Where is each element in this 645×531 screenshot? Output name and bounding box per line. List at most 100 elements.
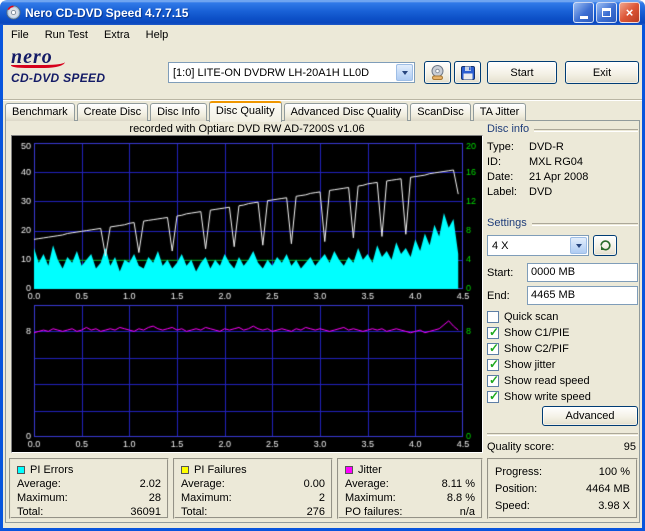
checkbox-quick-scan[interactable]: Quick scan: [487, 309, 638, 325]
pi-failures-title: PI Failures: [194, 463, 247, 476]
jitter-legend-chip: [345, 465, 353, 474]
stat-value: n/a: [459, 506, 475, 518]
drive-select-dropdown-button[interactable]: [396, 64, 413, 81]
speed-row: 4 X: [487, 235, 638, 256]
end-label: End:: [487, 289, 510, 302]
disc-type-value: DVD-R: [529, 140, 564, 153]
checkbox-label: Show jitter: [504, 359, 556, 371]
disc-id-label: ID:: [487, 155, 502, 168]
jitter-title: Jitter: [358, 463, 382, 476]
checkbox-box: [487, 389, 499, 403]
drive-select[interactable]: [1:0] LITE-ON DVDRW LH-20A1H LL0D: [168, 62, 415, 83]
save-button[interactable]: [454, 61, 481, 84]
window-controls: ×: [573, 2, 640, 23]
section-divider: [534, 129, 638, 132]
pi-failures-group: PI Failures Average: 0.00 Maximum: 2 Total…: [173, 458, 333, 519]
stat-row: Maximum: 28: [17, 491, 161, 505]
disc-icon: [5, 5, 21, 20]
menu-run-test[interactable]: Run Test: [37, 27, 96, 43]
app-icon: [5, 5, 21, 21]
maximize-icon: [602, 8, 611, 17]
tab-disc-info[interactable]: Disc Info: [150, 103, 207, 121]
drive-select-value: [1:0] LITE-ON DVDRW LH-20A1H LL0D: [173, 66, 370, 79]
stat-value: 2.02: [139, 478, 161, 490]
eject-disc-button[interactable]: [424, 61, 451, 84]
progress-value: 100 %: [598, 465, 630, 478]
scan-options: Quick scan Show C1/PIE Show C2/PIF Show …: [487, 309, 638, 405]
settings-title: Settings: [487, 217, 527, 229]
position-row: Position: 4464 MB: [495, 483, 630, 495]
disc-label-label: Label:: [487, 185, 517, 198]
disc-label-value: DVD: [529, 185, 553, 198]
maximize-button[interactable]: [596, 2, 617, 23]
menu-extra[interactable]: Extra: [96, 27, 138, 43]
jitter-group: Jitter Average: 8.11 % Maximum: 8.8 % PO f…: [337, 458, 483, 519]
nero-logo: nero CD-DVD SPEED: [11, 46, 151, 85]
checkbox-show-c1-pie[interactable]: Show C1/PIE: [487, 325, 638, 341]
tab-ta-jitter[interactable]: TA Jitter: [472, 103, 527, 121]
stat-label: Maximum:: [181, 492, 232, 504]
progress-label: Progress:: [495, 465, 543, 478]
speed-row-status: Speed: 3.98 X: [495, 500, 630, 512]
quality-graph: [11, 135, 483, 453]
app-window: Nero CD-DVD Speed 4.7.7.15 × File Run Te…: [0, 0, 645, 531]
stat-label: Maximum:: [345, 492, 396, 504]
stat-label: Average:: [17, 478, 61, 490]
tab-benchmark[interactable]: Benchmark: [5, 103, 75, 121]
disc-type-row: Type: DVD-R: [487, 139, 638, 154]
start-button[interactable]: Start: [487, 61, 557, 84]
disc-info-header: Disc info: [487, 123, 638, 135]
reload-disc-button[interactable]: [593, 235, 617, 256]
disc-label-row: Label: DVD: [487, 184, 638, 199]
toolbar: nero CD-DVD SPEED [1:0] LITE-ON DVDRW LH…: [3, 45, 642, 100]
checkbox-show-c2-pif[interactable]: Show C2/PIF: [487, 341, 638, 357]
advanced-button[interactable]: Advanced: [542, 406, 638, 426]
quality-score-row: Quality score: 95: [487, 441, 636, 453]
menu-file[interactable]: File: [3, 27, 37, 43]
stat-row: Maximum: 8.8 %: [345, 491, 475, 505]
tab-advanced-disc-quality[interactable]: Advanced Disc Quality: [283, 103, 409, 121]
exit-button[interactable]: Exit: [565, 61, 639, 84]
checkbox-box: [487, 357, 499, 371]
nero-wordmark: nero: [11, 46, 53, 68]
checkbox-label: Quick scan: [504, 311, 559, 323]
pi-errors-legend-chip: [17, 465, 25, 474]
tab-create-disc[interactable]: Create Disc: [76, 103, 149, 121]
stat-value: 2: [318, 492, 325, 504]
end-field[interactable]: 4465 MB: [527, 286, 638, 305]
app-logo-subtitle: CD-DVD SPEED: [11, 71, 106, 85]
speed-select-dropdown-button[interactable]: [570, 237, 587, 254]
stat-row: Total: 276: [181, 505, 325, 519]
end-row: End: 4465 MB: [487, 286, 638, 305]
reload-icon: [599, 240, 611, 251]
tab-scandisc[interactable]: ScanDisc: [410, 103, 471, 121]
progress-panel: Progress: 100 % Position: 4464 MB Speed: 3.…: [487, 458, 638, 519]
pi-failures-title-row: PI Failures: [181, 462, 325, 477]
menu-help[interactable]: Help: [138, 27, 177, 43]
start-row: Start: 0000 MB: [487, 263, 638, 282]
checkbox-box: [487, 311, 499, 323]
start-field[interactable]: 0000 MB: [527, 263, 638, 282]
disc-date-label: Date:: [487, 170, 514, 183]
speed-select[interactable]: 4 X: [487, 235, 589, 256]
speed-label: Speed:: [495, 499, 530, 512]
stat-value: 0.00: [303, 478, 325, 490]
stat-value: 8.11 %: [441, 478, 475, 490]
disc-id-row: ID: MXL RG04: [487, 154, 638, 169]
checkbox-label: Show write speed: [504, 391, 591, 403]
section-divider: [487, 433, 638, 436]
close-button[interactable]: ×: [619, 2, 640, 23]
stat-label: Average:: [181, 478, 225, 490]
tab-disc-quality[interactable]: Disc Quality: [208, 101, 282, 122]
disc-quality-page: recorded with Optiarc DVD RW AD-7200S v1…: [5, 120, 640, 523]
minimize-icon: [579, 16, 588, 19]
disc-date-value: 21 Apr 2008: [529, 170, 589, 183]
checkbox-show-read-speed[interactable]: Show read speed: [487, 373, 638, 389]
checkbox-show-jitter[interactable]: Show jitter: [487, 357, 638, 373]
jitter-title-row: Jitter: [345, 462, 475, 477]
minimize-button[interactable]: [573, 2, 594, 23]
stat-label: Maximum:: [17, 492, 68, 504]
checkbox-show-write-speed[interactable]: Show write speed: [487, 389, 638, 405]
stat-value: 276: [306, 506, 325, 518]
pi-errors-group: PI Errors Average: 2.02 Maximum: 28 Total:…: [9, 458, 169, 519]
